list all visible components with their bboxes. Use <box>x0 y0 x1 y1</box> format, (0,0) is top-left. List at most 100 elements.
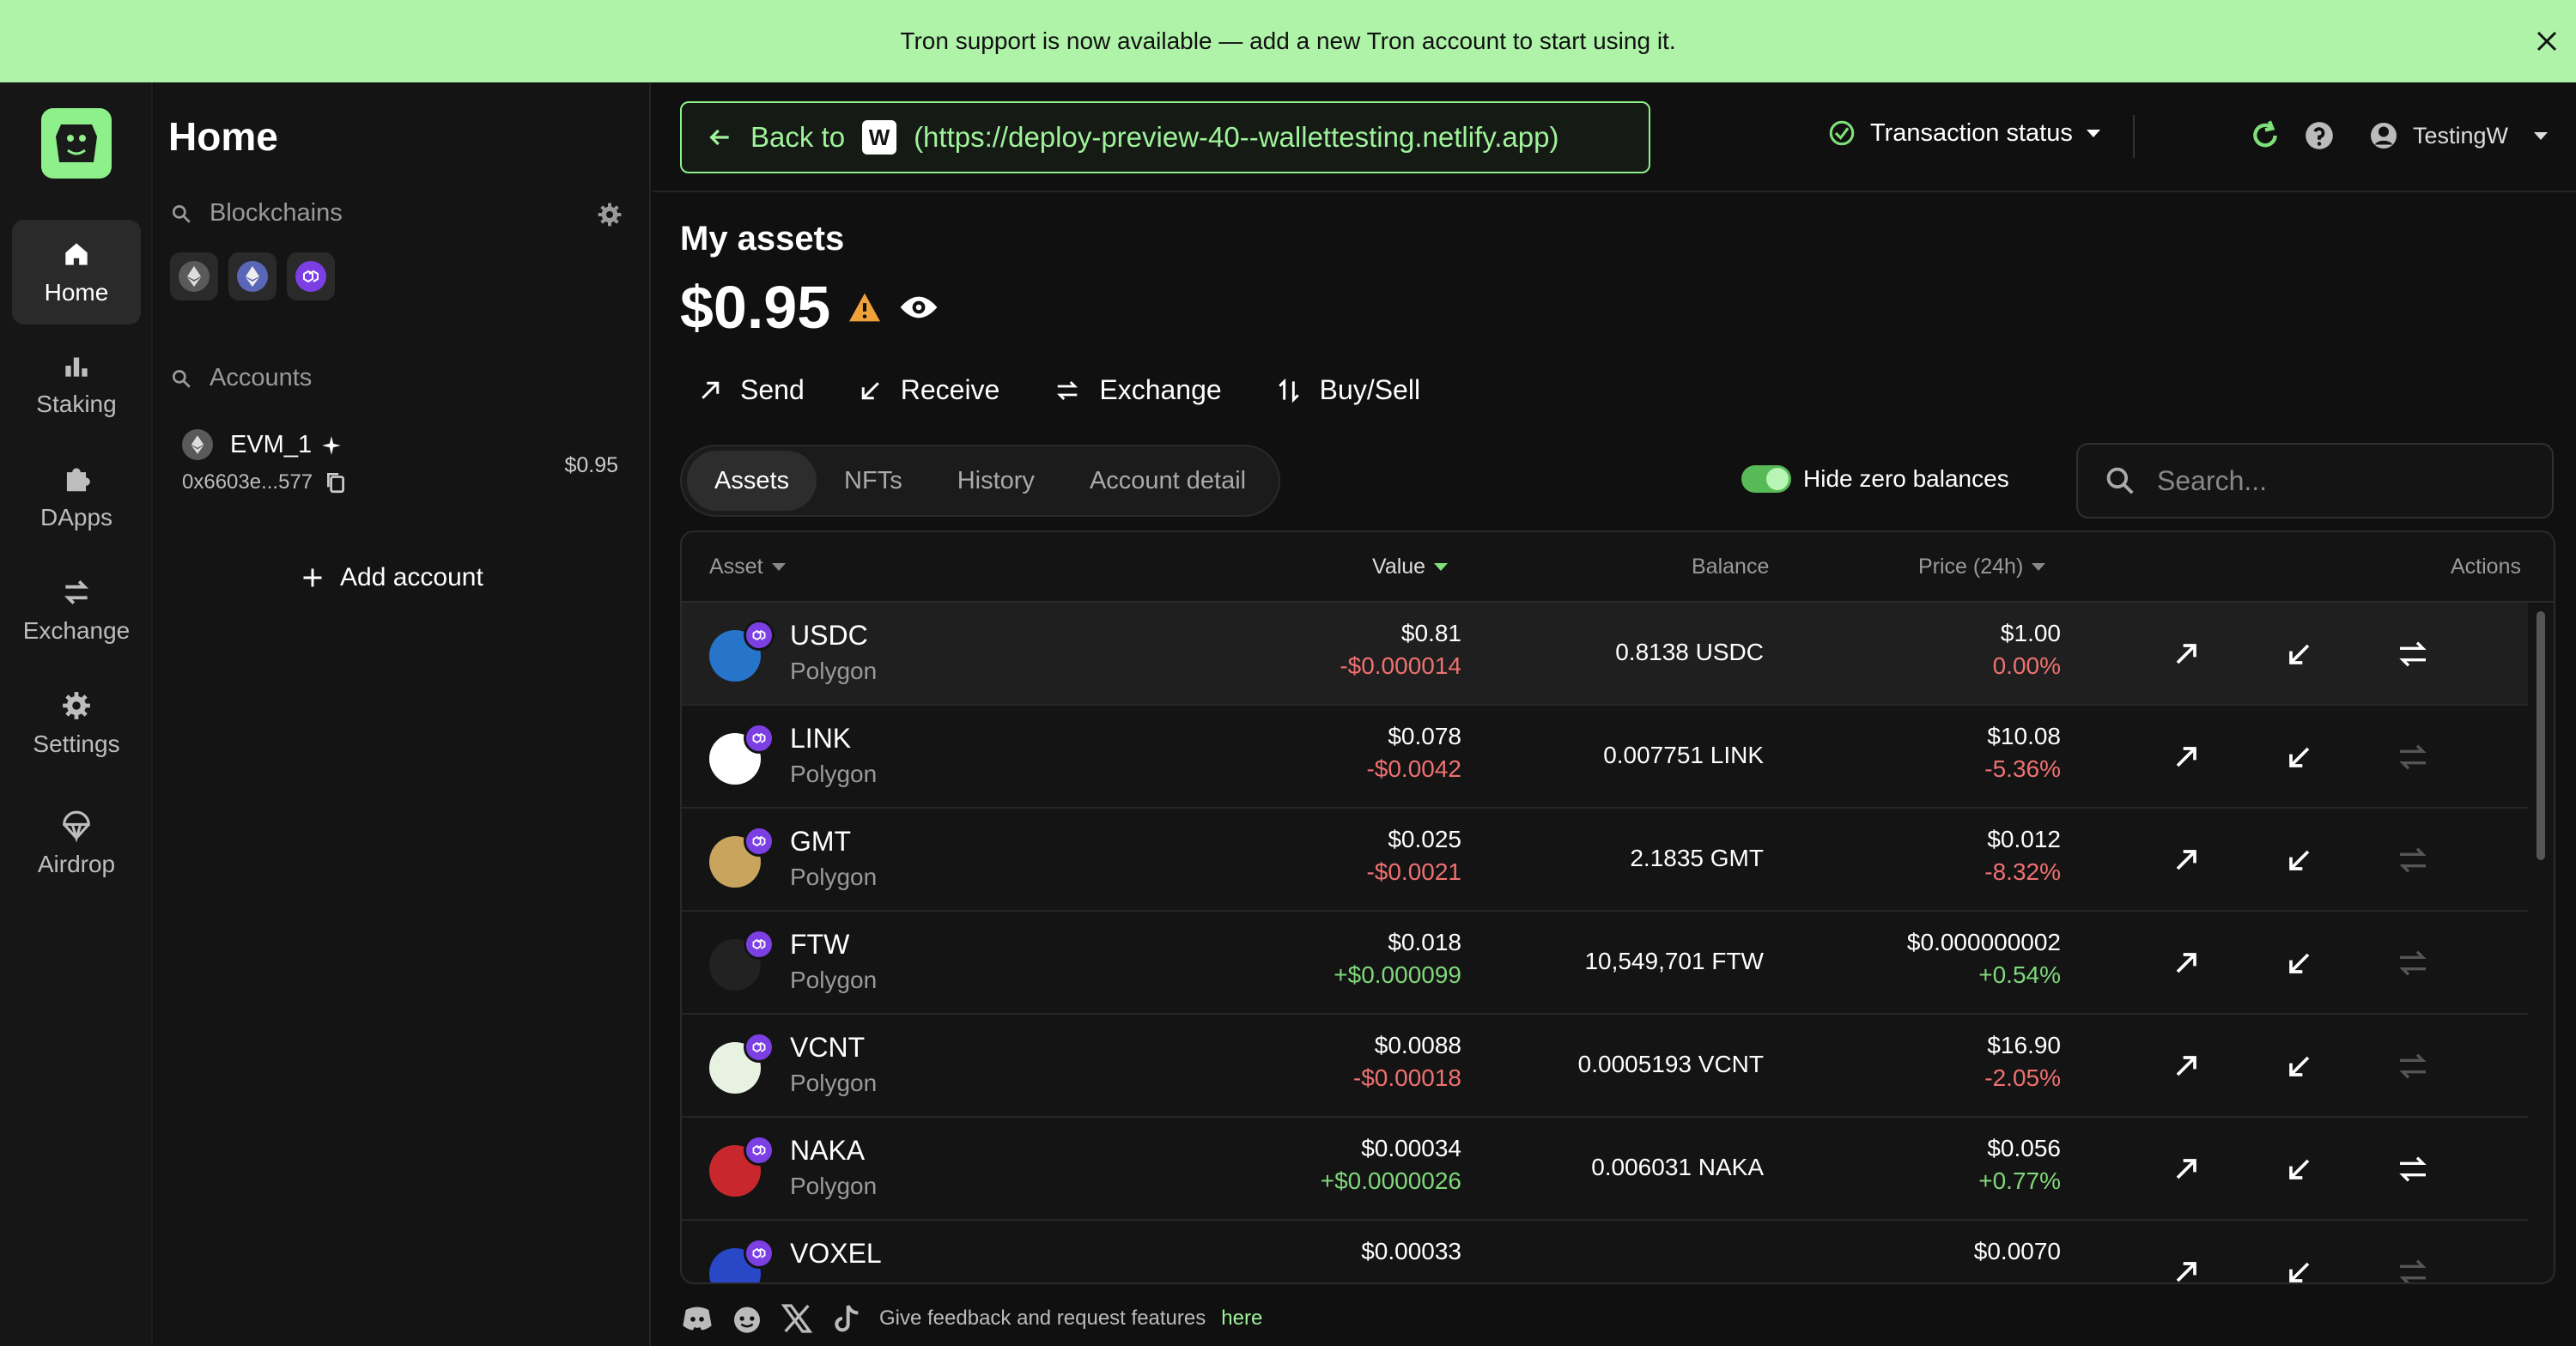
rail-item-exchange[interactable]: Exchange <box>12 558 141 663</box>
send-arrow-icon[interactable] <box>2169 1152 2203 1186</box>
back-to-dapp-button[interactable]: Back to W (https://deploy-preview-40--wa… <box>680 101 1650 173</box>
x-twitter-icon[interactable] <box>780 1301 814 1336</box>
send-button[interactable]: Send <box>697 374 805 406</box>
swap-icon[interactable] <box>2396 1049 2430 1083</box>
account-item[interactable]: EVM_1 <box>230 431 343 459</box>
feedback-text: Give feedback and request features <box>879 1307 1206 1330</box>
receive-arrow-icon[interactable] <box>2282 1255 2317 1284</box>
transaction-status-dropdown[interactable]: Transaction status <box>1827 118 2100 148</box>
asset-value: $0.0088 <box>1374 1032 1461 1058</box>
scrollbar[interactable] <box>2537 611 2545 860</box>
ethereum-icon <box>179 261 210 292</box>
polygon-icon <box>744 723 775 754</box>
refresh-icon[interactable] <box>2248 118 2282 153</box>
asset-symbol: VCNT <box>790 1032 866 1063</box>
swap-icon[interactable] <box>2396 946 2430 980</box>
swap-icon[interactable] <box>2396 1152 2430 1186</box>
help-icon[interactable] <box>2303 119 2336 152</box>
search-input[interactable] <box>2157 464 2518 497</box>
feedback-link[interactable]: here <box>1221 1307 1262 1331</box>
header-balance-label: Balance <box>1692 555 1770 579</box>
user-name: TestingW <box>2413 122 2509 149</box>
send-arrow-icon[interactable] <box>2169 843 2203 877</box>
table-row[interactable]: NAKA Polygon $0.00034 +$0.0000026 0.006031 N… <box>682 1118 2528 1221</box>
tiktok-icon[interactable] <box>829 1301 864 1336</box>
rail-label: Home <box>44 279 109 306</box>
swap-icon[interactable] <box>2396 843 2430 877</box>
asset-price: $16.90 <box>1987 1032 2061 1058</box>
chain-chip-polygon[interactable] <box>287 252 335 300</box>
hide-zero-toggle[interactable] <box>1741 465 1791 493</box>
accounts-filter[interactable]: Accounts <box>170 364 312 392</box>
rail-item-airdrop[interactable]: Airdrop <box>12 788 141 900</box>
tx-status-label: Transaction status <box>1870 118 2073 147</box>
header-price[interactable]: Price (24h) <box>1918 555 2046 579</box>
tab-history[interactable]: History <box>930 451 1062 511</box>
blockchains-filter[interactable]: Blockchains <box>170 199 343 227</box>
polygon-icon <box>744 620 775 651</box>
table-row[interactable]: VOXEL $0.00033 $0.0070 <box>682 1221 2528 1284</box>
app-logo[interactable] <box>41 108 112 179</box>
table-row[interactable]: VCNT Polygon $0.0088 -$0.00018 0.0005193 VCN… <box>682 1015 2528 1118</box>
exchange-button[interactable]: Exchange <box>1053 374 1222 406</box>
asset-balance: 0.8138 USDC <box>1615 639 1764 665</box>
swap-icon[interactable] <box>2396 637 2430 671</box>
rail-item-home[interactable]: Home <box>12 220 141 324</box>
close-icon[interactable] <box>2533 27 2561 55</box>
send-arrow-icon[interactable] <box>2169 1049 2203 1083</box>
total-balance-row: $0.95 <box>680 273 939 342</box>
table-row[interactable]: USDC Polygon $0.81 -$0.000014 0.8138 USDC $1.… <box>682 603 2528 706</box>
send-arrow-icon[interactable] <box>2169 637 2203 671</box>
add-account-button[interactable]: Add account <box>301 563 483 592</box>
tab-nfts[interactable]: NFTs <box>817 451 930 511</box>
table-row[interactable]: FTW Polygon $0.018 +$0.000099 10,549,701 FTW… <box>682 912 2528 1015</box>
receive-arrow-icon[interactable] <box>2282 946 2317 980</box>
swap-icon[interactable] <box>2396 740 2430 774</box>
send-arrow-icon[interactable] <box>2169 740 2203 774</box>
table-row[interactable]: LINK Polygon $0.078 -$0.0042 0.007751 LINK $1… <box>682 706 2528 809</box>
header-asset-label: Asset <box>709 555 763 579</box>
send-arrow-icon[interactable] <box>2169 946 2203 980</box>
gear-icon[interactable] <box>596 201 623 228</box>
rail-item-settings[interactable]: Settings <box>12 671 141 776</box>
asset-symbol: VOXEL <box>790 1238 882 1269</box>
receive-arrow-icon[interactable] <box>2282 843 2317 877</box>
rail-item-dapps[interactable]: DApps <box>12 445 141 549</box>
tab-assets[interactable]: Assets <box>687 451 817 511</box>
header-value[interactable]: Value <box>1372 555 1449 579</box>
asset-price: $10.08 <box>1987 723 2061 749</box>
asset-value-change: -$0.000014 <box>1340 652 1461 679</box>
receive-button[interactable]: Receive <box>858 374 999 406</box>
asset-network: Polygon <box>790 658 878 684</box>
receive-arrow-icon[interactable] <box>2282 740 2317 774</box>
receive-arrow-icon[interactable] <box>2282 1152 2317 1186</box>
copy-icon[interactable] <box>325 470 347 494</box>
discord-icon[interactable] <box>680 1301 714 1336</box>
chain-chip-ethereum[interactable] <box>170 252 218 300</box>
asset-price: $0.000000002 <box>1906 929 2061 955</box>
send-arrow-icon[interactable] <box>2169 1255 2203 1284</box>
polygon-icon <box>744 1238 775 1269</box>
buy-sell-button[interactable]: Buy/Sell <box>1275 374 1420 406</box>
table-row[interactable]: GMT Polygon $0.025 -$0.0021 2.1835 GMT $0.012… <box>682 809 2528 912</box>
swap-icon[interactable] <box>2396 1255 2430 1284</box>
tab-account-detail[interactable]: Account detail <box>1062 451 1273 511</box>
polygon-icon <box>744 826 775 857</box>
rail-item-staking[interactable]: Staking <box>12 331 141 436</box>
chevron-down-icon <box>2086 129 2100 137</box>
header-asset[interactable]: Asset <box>709 555 786 579</box>
user-menu[interactable]: TestingW <box>2368 120 2549 151</box>
receive-arrow-icon[interactable] <box>2282 637 2317 671</box>
sort-desc-icon <box>1434 563 1449 571</box>
reddit-icon[interactable] <box>730 1301 764 1336</box>
eye-icon[interactable] <box>899 294 939 321</box>
hide-zero-label: Hide zero balances <box>1803 465 2009 492</box>
gear-icon <box>63 692 90 719</box>
asset-value-cell: $0.81 -$0.000014 <box>1340 620 1461 680</box>
asset-symbol: GMT <box>790 826 852 857</box>
asset-value: $0.018 <box>1388 929 1461 955</box>
receive-arrow-icon[interactable] <box>2282 1049 2317 1083</box>
blockchains-label: Blockchains <box>210 199 343 227</box>
warning-icon[interactable] <box>848 292 882 323</box>
chain-chip-ethereum-alt[interactable] <box>228 252 276 300</box>
